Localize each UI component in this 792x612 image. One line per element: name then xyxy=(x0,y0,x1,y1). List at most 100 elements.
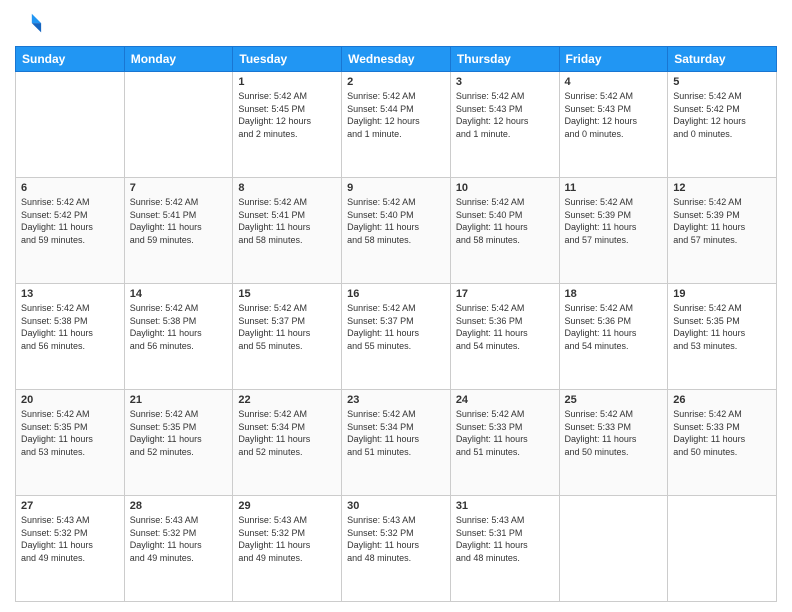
weekday-header-tuesday: Tuesday xyxy=(233,47,342,72)
calendar-cell: 1 Sunrise: 5:42 AM Sunset: 5:45 PM Daylig… xyxy=(233,72,342,178)
day-number: 12 xyxy=(673,182,771,194)
day-number: 7 xyxy=(130,182,228,194)
day-number: 25 xyxy=(565,394,663,406)
day-info: Sunrise: 5:43 AM Sunset: 5:32 PM Dayligh… xyxy=(21,514,119,564)
logo-icon xyxy=(15,10,43,38)
day-number: 22 xyxy=(238,394,336,406)
day-number: 20 xyxy=(21,394,119,406)
day-info: Sunrise: 5:42 AM Sunset: 5:39 PM Dayligh… xyxy=(565,196,663,246)
page: SundayMondayTuesdayWednesdayThursdayFrid… xyxy=(0,0,792,612)
day-info: Sunrise: 5:43 AM Sunset: 5:32 PM Dayligh… xyxy=(347,514,445,564)
day-info: Sunrise: 5:42 AM Sunset: 5:42 PM Dayligh… xyxy=(21,196,119,246)
calendar-cell: 4 Sunrise: 5:42 AM Sunset: 5:43 PM Daylig… xyxy=(559,72,668,178)
day-info: Sunrise: 5:43 AM Sunset: 5:31 PM Dayligh… xyxy=(456,514,554,564)
calendar-week-row: 1 Sunrise: 5:42 AM Sunset: 5:45 PM Daylig… xyxy=(16,72,777,178)
calendar-cell: 31 Sunrise: 5:43 AM Sunset: 5:31 PM Dayli… xyxy=(450,496,559,602)
day-info: Sunrise: 5:42 AM Sunset: 5:38 PM Dayligh… xyxy=(21,302,119,352)
calendar-cell: 16 Sunrise: 5:42 AM Sunset: 5:37 PM Dayli… xyxy=(342,284,451,390)
day-info: Sunrise: 5:42 AM Sunset: 5:42 PM Dayligh… xyxy=(673,90,771,140)
calendar-cell: 20Sunrise: 5:42 AM Sunset: 5:35 PM Dayli… xyxy=(16,390,125,496)
calendar-cell: 17 Sunrise: 5:42 AM Sunset: 5:36 PM Dayli… xyxy=(450,284,559,390)
calendar-cell: 19 Sunrise: 5:42 AM Sunset: 5:35 PM Dayli… xyxy=(668,284,777,390)
calendar-cell: 6Sunrise: 5:42 AM Sunset: 5:42 PM Daylig… xyxy=(16,178,125,284)
calendar-cell: 8Sunrise: 5:42 AM Sunset: 5:41 PM Daylig… xyxy=(233,178,342,284)
day-number: 4 xyxy=(565,76,663,88)
calendar-cell: 29 Sunrise: 5:43 AM Sunset: 5:32 PM Dayli… xyxy=(233,496,342,602)
day-info: Sunrise: 5:42 AM Sunset: 5:40 PM Dayligh… xyxy=(347,196,445,246)
day-info: Sunrise: 5:42 AM Sunset: 5:39 PM Dayligh… xyxy=(673,196,771,246)
day-info: Sunrise: 5:42 AM Sunset: 5:43 PM Dayligh… xyxy=(456,90,554,140)
calendar-cell: 15 Sunrise: 5:42 AM Sunset: 5:37 PM Dayli… xyxy=(233,284,342,390)
day-number: 23 xyxy=(347,394,445,406)
header xyxy=(15,10,777,38)
day-number: 1 xyxy=(238,76,336,88)
day-info: Sunrise: 5:42 AM Sunset: 5:34 PM Dayligh… xyxy=(238,408,336,458)
calendar-week-row: 27 Sunrise: 5:43 AM Sunset: 5:32 PM Dayli… xyxy=(16,496,777,602)
day-number: 31 xyxy=(456,500,554,512)
day-number: 30 xyxy=(347,500,445,512)
calendar-cell: 7Sunrise: 5:42 AM Sunset: 5:41 PM Daylig… xyxy=(124,178,233,284)
day-number: 17 xyxy=(456,288,554,300)
calendar-cell: 2 Sunrise: 5:42 AM Sunset: 5:44 PM Daylig… xyxy=(342,72,451,178)
calendar-header-row: SundayMondayTuesdayWednesdayThursdayFrid… xyxy=(16,47,777,72)
weekday-header-wednesday: Wednesday xyxy=(342,47,451,72)
day-info: Sunrise: 5:42 AM Sunset: 5:44 PM Dayligh… xyxy=(347,90,445,140)
day-number: 16 xyxy=(347,288,445,300)
day-info: Sunrise: 5:43 AM Sunset: 5:32 PM Dayligh… xyxy=(130,514,228,564)
calendar-cell: 12 Sunrise: 5:42 AM Sunset: 5:39 PM Dayli… xyxy=(668,178,777,284)
day-info: Sunrise: 5:42 AM Sunset: 5:37 PM Dayligh… xyxy=(238,302,336,352)
calendar-cell: 10 Sunrise: 5:42 AM Sunset: 5:40 PM Dayli… xyxy=(450,178,559,284)
calendar-week-row: 20Sunrise: 5:42 AM Sunset: 5:35 PM Dayli… xyxy=(16,390,777,496)
calendar-cell: 11Sunrise: 5:42 AM Sunset: 5:39 PM Dayli… xyxy=(559,178,668,284)
calendar-cell: 22 Sunrise: 5:42 AM Sunset: 5:34 PM Dayli… xyxy=(233,390,342,496)
weekday-header-monday: Monday xyxy=(124,47,233,72)
day-info: Sunrise: 5:42 AM Sunset: 5:34 PM Dayligh… xyxy=(347,408,445,458)
day-number: 14 xyxy=(130,288,228,300)
day-number: 18 xyxy=(565,288,663,300)
weekday-header-saturday: Saturday xyxy=(668,47,777,72)
day-number: 24 xyxy=(456,394,554,406)
day-number: 10 xyxy=(456,182,554,194)
calendar-cell: 25Sunrise: 5:42 AM Sunset: 5:33 PM Dayli… xyxy=(559,390,668,496)
day-number: 2 xyxy=(347,76,445,88)
calendar-table: SundayMondayTuesdayWednesdayThursdayFrid… xyxy=(15,46,777,602)
day-info: Sunrise: 5:42 AM Sunset: 5:37 PM Dayligh… xyxy=(347,302,445,352)
day-info: Sunrise: 5:42 AM Sunset: 5:40 PM Dayligh… xyxy=(456,196,554,246)
calendar-cell: 21Sunrise: 5:42 AM Sunset: 5:35 PM Dayli… xyxy=(124,390,233,496)
day-info: Sunrise: 5:42 AM Sunset: 5:33 PM Dayligh… xyxy=(673,408,771,458)
calendar-cell xyxy=(16,72,125,178)
calendar-cell xyxy=(124,72,233,178)
weekday-header-thursday: Thursday xyxy=(450,47,559,72)
day-info: Sunrise: 5:42 AM Sunset: 5:35 PM Dayligh… xyxy=(673,302,771,352)
day-number: 19 xyxy=(673,288,771,300)
calendar-cell: 27 Sunrise: 5:43 AM Sunset: 5:32 PM Dayli… xyxy=(16,496,125,602)
calendar-cell: 14 Sunrise: 5:42 AM Sunset: 5:38 PM Dayli… xyxy=(124,284,233,390)
calendar-week-row: 6Sunrise: 5:42 AM Sunset: 5:42 PM Daylig… xyxy=(16,178,777,284)
day-number: 3 xyxy=(456,76,554,88)
day-number: 9 xyxy=(347,182,445,194)
calendar-cell: 23 Sunrise: 5:42 AM Sunset: 5:34 PM Dayli… xyxy=(342,390,451,496)
logo xyxy=(15,10,47,38)
day-number: 5 xyxy=(673,76,771,88)
day-info: Sunrise: 5:42 AM Sunset: 5:45 PM Dayligh… xyxy=(238,90,336,140)
calendar-cell: 13Sunrise: 5:42 AM Sunset: 5:38 PM Dayli… xyxy=(16,284,125,390)
day-info: Sunrise: 5:43 AM Sunset: 5:32 PM Dayligh… xyxy=(238,514,336,564)
calendar-cell: 26Sunrise: 5:42 AM Sunset: 5:33 PM Dayli… xyxy=(668,390,777,496)
day-number: 28 xyxy=(130,500,228,512)
calendar-week-row: 13Sunrise: 5:42 AM Sunset: 5:38 PM Dayli… xyxy=(16,284,777,390)
day-info: Sunrise: 5:42 AM Sunset: 5:36 PM Dayligh… xyxy=(565,302,663,352)
weekday-header-friday: Friday xyxy=(559,47,668,72)
calendar-cell: 30 Sunrise: 5:43 AM Sunset: 5:32 PM Dayli… xyxy=(342,496,451,602)
calendar-cell: 9 Sunrise: 5:42 AM Sunset: 5:40 PM Daylig… xyxy=(342,178,451,284)
calendar-cell: 5 Sunrise: 5:42 AM Sunset: 5:42 PM Daylig… xyxy=(668,72,777,178)
day-info: Sunrise: 5:42 AM Sunset: 5:38 PM Dayligh… xyxy=(130,302,228,352)
day-info: Sunrise: 5:42 AM Sunset: 5:41 PM Dayligh… xyxy=(238,196,336,246)
day-number: 29 xyxy=(238,500,336,512)
day-info: Sunrise: 5:42 AM Sunset: 5:43 PM Dayligh… xyxy=(565,90,663,140)
day-info: Sunrise: 5:42 AM Sunset: 5:33 PM Dayligh… xyxy=(456,408,554,458)
day-number: 15 xyxy=(238,288,336,300)
calendar-cell xyxy=(668,496,777,602)
day-info: Sunrise: 5:42 AM Sunset: 5:36 PM Dayligh… xyxy=(456,302,554,352)
weekday-header-sunday: Sunday xyxy=(16,47,125,72)
day-number: 27 xyxy=(21,500,119,512)
